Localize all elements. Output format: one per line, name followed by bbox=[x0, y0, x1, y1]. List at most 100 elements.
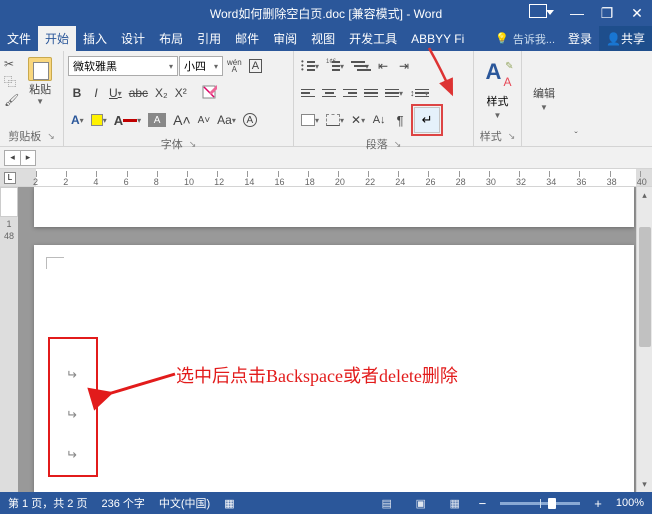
align-right-button[interactable] bbox=[340, 83, 360, 103]
sort-button[interactable]: A↓ bbox=[369, 110, 389, 130]
web-layout-button[interactable]: ▦ bbox=[445, 497, 465, 510]
tab-layout[interactable]: 布局 bbox=[152, 26, 190, 51]
align-left-button[interactable] bbox=[298, 83, 318, 103]
tab-insert[interactable]: 插入 bbox=[76, 26, 114, 51]
char-border-button[interactable]: A bbox=[246, 56, 265, 76]
horizontal-ruler[interactable]: 2246810121416182022242628303234363840 L bbox=[0, 169, 652, 187]
ribbon-tabs: 文件 开始 插入 设计 布局 引用 邮件 审阅 视图 开发工具 ABBYY Fi… bbox=[0, 26, 652, 51]
tab-design[interactable]: 设计 bbox=[114, 26, 152, 51]
decrease-indent-button[interactable]: ⇤ bbox=[373, 56, 393, 76]
margin-marker-icon bbox=[46, 257, 64, 269]
editing-button[interactable]: 编辑 bbox=[533, 85, 555, 101]
language-status[interactable]: 中文(中国) bbox=[159, 495, 210, 511]
font-color-button[interactable]: A▾ bbox=[111, 110, 144, 130]
editing-group: 编辑 ▼ bbox=[522, 51, 566, 146]
nav-prev-button[interactable]: ◂ bbox=[4, 150, 20, 166]
phonetic-guide-button[interactable]: wénA bbox=[224, 56, 245, 76]
show-all-button[interactable]: ↵ bbox=[414, 107, 440, 133]
minimize-button[interactable]: — bbox=[562, 0, 592, 26]
tab-selector[interactable]: L bbox=[4, 172, 16, 184]
copy-icon[interactable]: ⿻ bbox=[4, 75, 19, 89]
clipboard-group: ✂ ⿻ 🖌 粘贴 ▼ 剪贴板↘ bbox=[0, 51, 64, 146]
numbering-button[interactable]: ▾ bbox=[323, 56, 347, 76]
macro-icon[interactable]: ▦ bbox=[224, 497, 234, 510]
superscript-button[interactable]: X² bbox=[172, 83, 190, 103]
share-button[interactable]: 👤 共享 bbox=[599, 26, 652, 51]
dialog-launcher-icon[interactable]: ↘ bbox=[47, 131, 55, 142]
styles-button[interactable]: 样式 bbox=[487, 93, 509, 109]
subscript-button[interactable]: X₂ bbox=[152, 83, 171, 103]
tab-references[interactable]: 引用 bbox=[190, 26, 228, 51]
borders-button[interactable]: ▾ bbox=[323, 110, 347, 130]
highlight-button[interactable]: ▾ bbox=[88, 110, 110, 130]
justify-button[interactable] bbox=[361, 83, 381, 103]
show-marks-button[interactable]: ¶ bbox=[390, 110, 410, 130]
vertical-ruler[interactable]: 1 48 bbox=[0, 187, 18, 492]
italic-button[interactable]: I bbox=[87, 83, 105, 103]
paste-button[interactable]: 粘贴 ▼ bbox=[21, 57, 59, 106]
change-case-button[interactable]: Aa▾ bbox=[214, 110, 239, 130]
word-count[interactable]: 236 个字 bbox=[101, 495, 144, 511]
distributed-button[interactable]: ▾ bbox=[382, 83, 406, 103]
tab-mailings[interactable]: 邮件 bbox=[228, 26, 266, 51]
font-name-combo[interactable]: 微软雅黑▾ bbox=[68, 56, 178, 76]
underline-button[interactable]: U▾ bbox=[106, 83, 125, 103]
scroll-up-button[interactable]: ▴ bbox=[637, 187, 652, 203]
lightbulb-icon: 💡 bbox=[495, 32, 509, 45]
document-area[interactable]: 1 48 ↵ ↵ ↵ 选中后点击Backspace或者delete删除 ▴ ▾ bbox=[0, 187, 652, 492]
dialog-launcher-icon[interactable]: ↘ bbox=[189, 139, 197, 150]
styles-group: A✎A 样式 ▼ 样式↘ bbox=[474, 51, 522, 146]
bullets-button[interactable]: ▾ bbox=[298, 56, 322, 76]
annotation-arrow-icon bbox=[424, 46, 464, 101]
ribbon: ✂ ⿻ 🖌 粘贴 ▼ 剪贴板↘ 微软雅黑▾ 小四▾ wénA A bbox=[0, 51, 652, 147]
shading-button[interactable]: ▾ bbox=[298, 110, 322, 130]
enclose-char-button[interactable]: A bbox=[240, 110, 260, 130]
align-center-button[interactable] bbox=[319, 83, 339, 103]
paste-icon bbox=[28, 57, 52, 81]
font-group: 微软雅黑▾ 小四▾ wénA A B I U▾ abc X₂ X² A▾ ▾ A… bbox=[64, 51, 294, 146]
restore-button[interactable]: ❐ bbox=[592, 0, 622, 26]
paragraph-mark-icon: ↵ bbox=[66, 447, 77, 463]
format-painter-icon[interactable]: 🖌 bbox=[4, 93, 19, 107]
ribbon-display-options-icon[interactable] bbox=[529, 4, 547, 18]
increase-indent-button[interactable]: ⇥ bbox=[394, 56, 414, 76]
scroll-down-button[interactable]: ▾ bbox=[637, 476, 652, 492]
vertical-scrollbar[interactable]: ▴ ▾ bbox=[636, 187, 652, 492]
snap-to-grid-button[interactable]: ✕▾ bbox=[348, 110, 368, 130]
login-button[interactable]: 登录 bbox=[561, 26, 599, 51]
cut-icon[interactable]: ✂ bbox=[4, 57, 19, 71]
zoom-out-button[interactable]: − bbox=[479, 496, 487, 511]
char-shading-button[interactable]: A bbox=[145, 110, 169, 130]
zoom-level[interactable]: 100% bbox=[616, 497, 644, 509]
page-previous bbox=[34, 187, 634, 227]
styles-icon[interactable]: A✎A bbox=[484, 59, 512, 87]
close-button[interactable]: ✕ bbox=[622, 0, 652, 26]
tell-me[interactable]: 💡告诉我... bbox=[489, 26, 561, 51]
tab-view[interactable]: 视图 bbox=[304, 26, 342, 51]
tab-file[interactable]: 文件 bbox=[0, 26, 38, 51]
bold-button[interactable]: B bbox=[68, 83, 86, 103]
tab-developer[interactable]: 开发工具 bbox=[342, 26, 404, 51]
tab-home[interactable]: 开始 bbox=[38, 26, 76, 51]
annotation-text: 选中后点击Backspace或者delete删除 bbox=[176, 362, 458, 388]
zoom-slider[interactable] bbox=[500, 502, 580, 505]
styles-label: 样式 bbox=[480, 128, 502, 144]
chevron-down-icon: ▼ bbox=[21, 97, 59, 106]
tab-review[interactable]: 审阅 bbox=[266, 26, 304, 51]
collapse-ribbon-button[interactable]: ˇ bbox=[566, 51, 586, 146]
clear-formatting-button[interactable] bbox=[198, 82, 220, 104]
zoom-in-button[interactable]: + bbox=[594, 496, 602, 511]
page-status[interactable]: 第 1 页，共 2 页 bbox=[8, 495, 87, 511]
multilevel-list-button[interactable]: ▾ bbox=[348, 56, 372, 76]
dialog-launcher-icon[interactable]: ↘ bbox=[394, 139, 402, 150]
strike-button[interactable]: abc bbox=[126, 83, 151, 103]
shrink-font-button[interactable]: A˅ bbox=[195, 110, 214, 130]
dialog-launcher-icon[interactable]: ↘ bbox=[508, 131, 516, 142]
font-size-combo[interactable]: 小四▾ bbox=[179, 56, 223, 76]
grow-font-button[interactable]: A˄ bbox=[170, 110, 194, 130]
scrollbar-thumb[interactable] bbox=[639, 227, 651, 347]
print-layout-button[interactable]: ▣ bbox=[411, 497, 431, 510]
text-effects-button[interactable]: A▾ bbox=[68, 110, 87, 130]
read-mode-button[interactable]: ▤ bbox=[377, 497, 397, 510]
nav-next-button[interactable]: ▸ bbox=[20, 150, 36, 166]
